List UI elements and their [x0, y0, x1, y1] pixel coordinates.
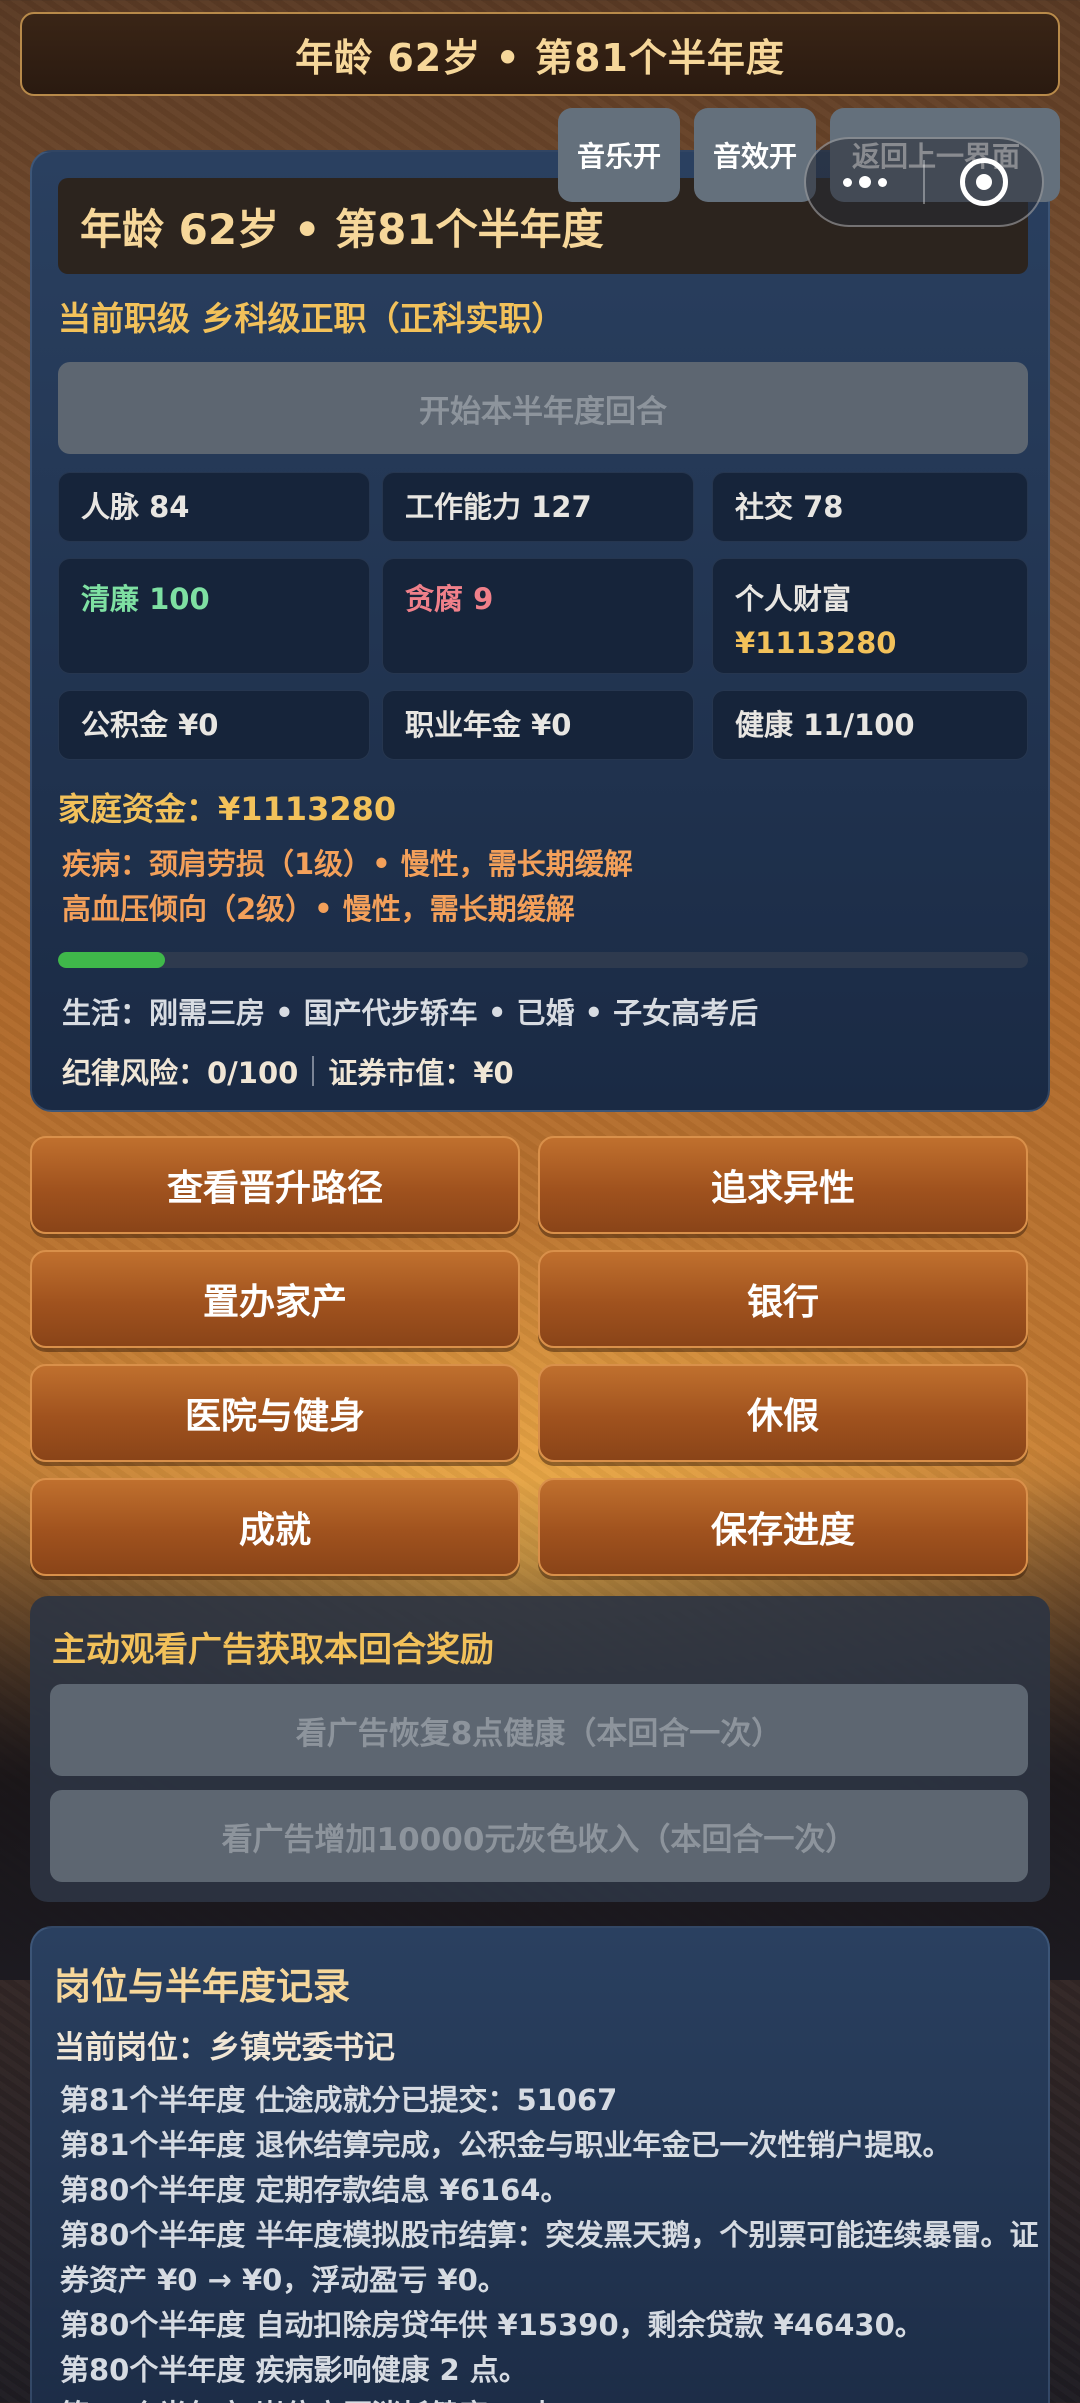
record-entry: 第80个半年度 自动扣除房贷年供 ¥15390，剩余贷款 ¥46430。 [60, 2308, 924, 2342]
more-menu-icon[interactable] [806, 176, 923, 188]
wealth-label: 个人财富 [735, 582, 852, 616]
record-entry: 第81个半年度 退休结算完成，公积金与职业年金已一次性销户提取。 [60, 2128, 952, 2162]
risk-row: 纪律风险：0/100 证券市值：¥0 [62, 1050, 514, 1092]
integrity-label: 清廉 [81, 582, 140, 616]
close-miniprogram-icon[interactable] [925, 158, 1042, 206]
music-toggle-button[interactable]: 音乐开 [558, 108, 680, 202]
current-post: 当前岗位：乡镇党委书记 [54, 2030, 395, 2066]
save-progress-button[interactable]: 保存进度 [538, 1478, 1028, 1576]
record-title: 岗位与半年度记录 [54, 1965, 350, 2008]
stat-work-ability: 工作能力 127 [382, 472, 694, 542]
promotion-path-button[interactable]: 查看晋升路径 [30, 1136, 520, 1234]
discipline-risk: 纪律风险：0/100 [62, 1056, 299, 1090]
vacation-button[interactable]: 休假 [538, 1364, 1028, 1462]
start-round-button[interactable]: 开始本半年度回合 [58, 362, 1028, 454]
stat-health: 健康 11/100 [712, 690, 1028, 760]
health-progress-bar [58, 952, 1028, 968]
pursue-romance-button[interactable]: 追求异性 [538, 1136, 1028, 1234]
record-entry: 第80个半年度 岗位高压消耗健康 2 点。 [60, 2393, 1040, 2403]
stat-wealth: 个人财富 ¥1113280 [712, 558, 1028, 674]
wealth-value: ¥1113280 [735, 626, 897, 660]
status-panel: 年龄 62岁 • 第81个半年度 当前职级 乡科级正职（正科实职） 开始本半年度… [30, 150, 1050, 1112]
hospital-fitness-button[interactable]: 医院与健身 [30, 1364, 520, 1462]
stat-pension: 职业年金 ¥0 [382, 690, 694, 760]
ad-panel-title: 主动观看广告获取本回合奖励 [52, 1630, 494, 1670]
health-progress-fill [58, 952, 165, 968]
integrity-value: 100 [149, 582, 210, 616]
sfx-toggle-button[interactable]: 音效开 [694, 108, 816, 202]
top-age-banner: 年龄 62岁 • 第81个半年度 [20, 12, 1060, 96]
ad-health-button[interactable]: 看广告恢复8点健康（本回合一次） [50, 1684, 1028, 1776]
ad-reward-panel: 主动观看广告获取本回合奖励 看广告恢复8点健康（本回合一次） 看广告增加1000… [30, 1596, 1050, 1902]
disease-item: 高血压倾向（2级）• 慢性，需长期缓解 [62, 892, 575, 926]
record-entry: 第80个半年度 半年度模拟股市结算：突发黑天鹅，个别票可能连续暴雷。证券资产 ¥… [60, 2218, 1039, 2297]
family-funds: 家庭资金：¥1113280 [58, 790, 397, 828]
record-entry: 第80个半年度 定期存款结息 ¥6164。 [60, 2173, 570, 2207]
disease-item: 疾病：颈肩劳损（1级）• 慢性，需长期缓解 [62, 847, 633, 881]
disease-list: 疾病：颈肩劳损（1级）• 慢性，需长期缓解 高血压倾向（2级）• 慢性，需长期缓… [62, 842, 1022, 932]
stat-housing-fund: 公积金 ¥0 [58, 690, 370, 760]
ad-income-button[interactable]: 看广告增加10000元灰色收入（本回合一次） [50, 1790, 1028, 1882]
stat-network: 人脉 84 [58, 472, 370, 542]
life-status: 生活：刚需三房 • 国产代步轿车 • 已婚 • 子女高考后 [62, 996, 759, 1030]
stat-integrity: 清廉 100 [58, 558, 370, 674]
record-entry: 第81个半年度 仕途成就分已提交：51067 [60, 2083, 618, 2117]
divider [312, 1056, 315, 1086]
post-record-panel: 岗位与半年度记录 当前岗位：乡镇党委书记 第81个半年度 仕途成就分已提交：51… [30, 1926, 1050, 2403]
corruption-value: 9 [473, 582, 494, 616]
miniprogram-capsule [804, 137, 1044, 227]
record-list: 第81个半年度 仕途成就分已提交：51067 第81个半年度 退休结算完成，公积… [60, 2078, 1040, 2403]
bank-button[interactable]: 银行 [538, 1250, 1028, 1348]
stat-social: 社交 78 [712, 472, 1028, 542]
stat-corruption: 贪腐 9 [382, 558, 694, 674]
achievements-button[interactable]: 成就 [30, 1478, 520, 1576]
securities-value: 证券市值：¥0 [328, 1056, 514, 1090]
property-button[interactable]: 置办家产 [30, 1250, 520, 1348]
current-rank: 当前职级 乡科级正职（正科实职） [58, 299, 565, 338]
record-entry: 第80个半年度 疾病影响健康 2 点。 [60, 2353, 528, 2387]
corruption-label: 贪腐 [405, 582, 464, 616]
